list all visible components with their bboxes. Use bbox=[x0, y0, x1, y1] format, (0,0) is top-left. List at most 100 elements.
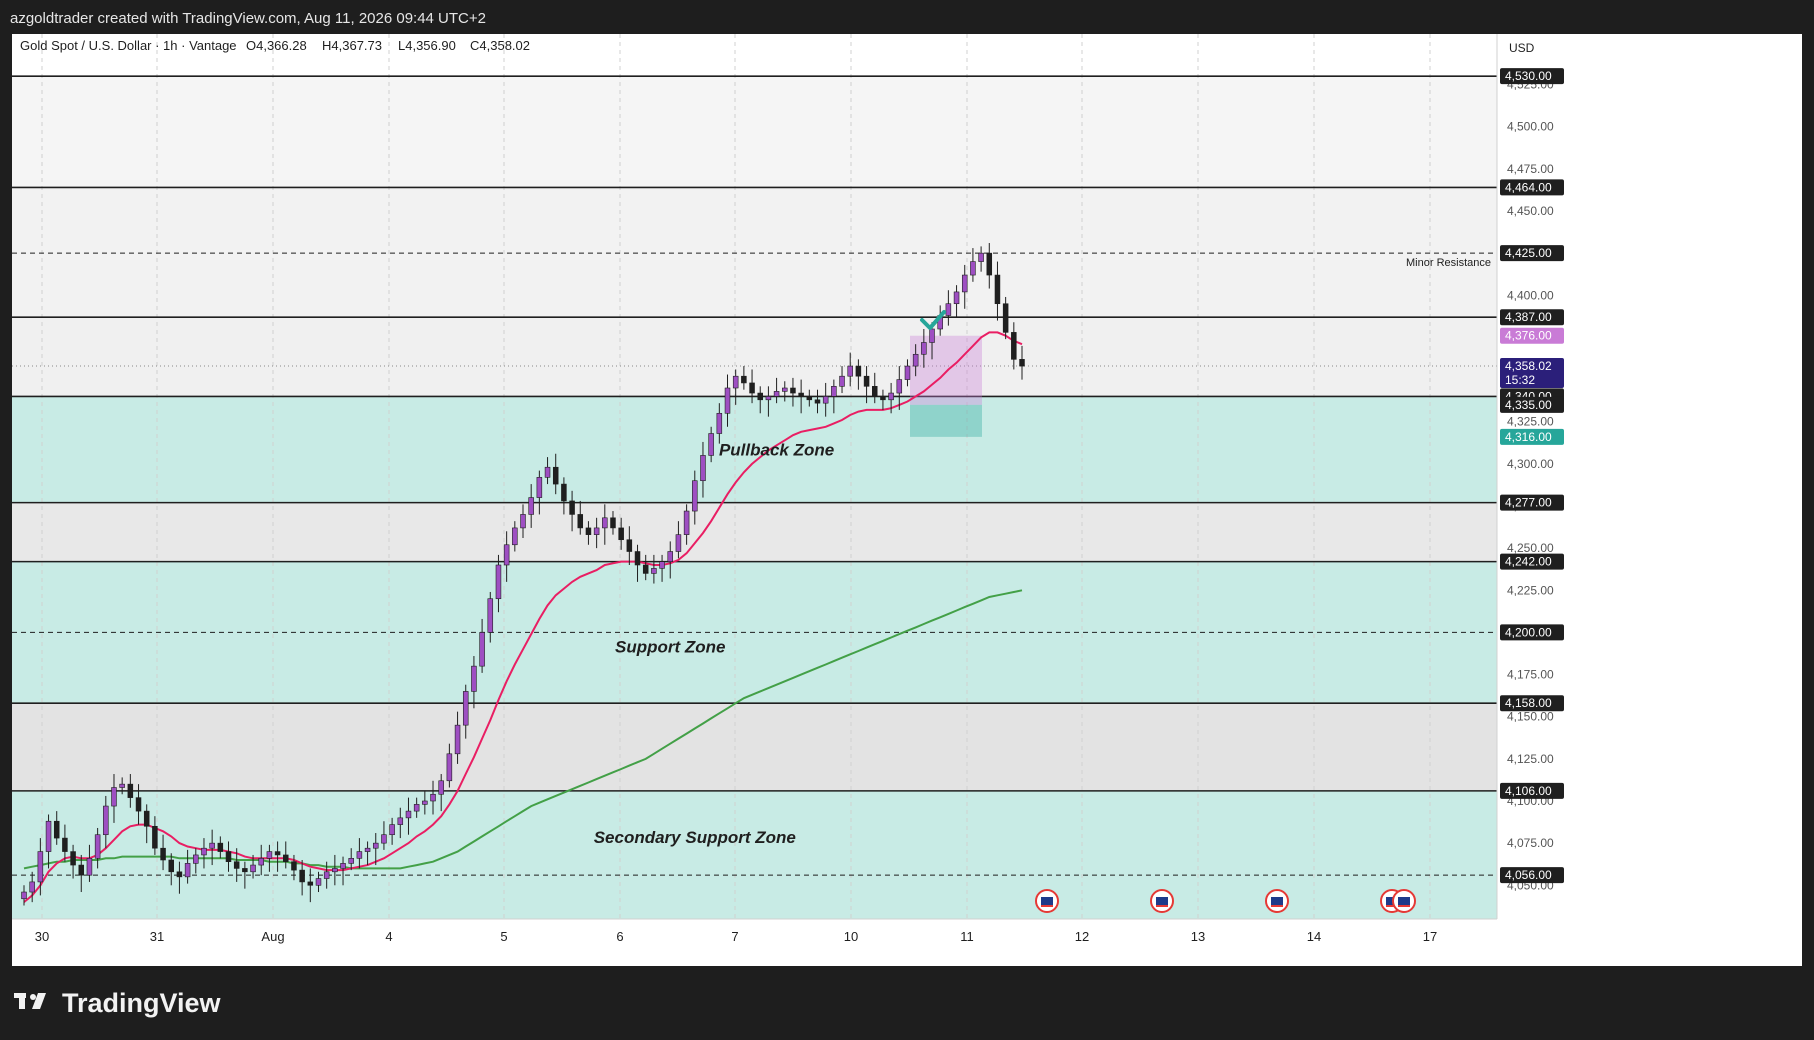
candle-body bbox=[790, 387, 796, 394]
ohlc-high: H4,367.73 bbox=[322, 38, 382, 53]
candle-body bbox=[299, 869, 305, 883]
price-tag-text: 4,358.02 bbox=[1505, 359, 1552, 373]
level-tag-text: 4,242.00 bbox=[1505, 555, 1552, 569]
y-tick-label: 4,450.00 bbox=[1507, 204, 1554, 218]
candle-body bbox=[389, 824, 395, 836]
candle-body bbox=[160, 847, 166, 861]
candle-body bbox=[438, 780, 444, 795]
stop-box bbox=[910, 404, 982, 437]
candle-body bbox=[798, 392, 804, 397]
y-tick-label: 4,125.00 bbox=[1507, 752, 1554, 766]
level-tag-text: 4,158.00 bbox=[1505, 696, 1552, 710]
candle-body bbox=[986, 252, 993, 276]
candle-body bbox=[978, 252, 984, 262]
event-flag-canton bbox=[1271, 897, 1283, 905]
candle-body bbox=[577, 514, 584, 529]
candle-body bbox=[503, 544, 510, 566]
candle-body bbox=[880, 396, 886, 401]
candle-body bbox=[520, 514, 526, 529]
candle-body bbox=[168, 859, 175, 873]
x-tick-label: 4 bbox=[385, 929, 392, 944]
candle-body bbox=[184, 863, 191, 878]
tradingview-brand: TradingView bbox=[14, 988, 221, 1019]
x-tick-label: Aug bbox=[261, 929, 284, 944]
chart-header: azgoldtrader created with TradingView.co… bbox=[10, 10, 486, 27]
candle-body bbox=[29, 881, 35, 893]
candle-body bbox=[708, 433, 714, 456]
candle-body bbox=[732, 375, 739, 389]
zone-band bbox=[12, 502, 1497, 562]
x-tick-label: 6 bbox=[616, 929, 623, 944]
candle-body bbox=[536, 477, 543, 498]
x-tick-label: 5 bbox=[500, 929, 507, 944]
y-tick-label: 4,075.00 bbox=[1507, 836, 1554, 850]
candle-body bbox=[323, 871, 330, 879]
candle-body bbox=[233, 861, 240, 869]
candle-body bbox=[724, 387, 731, 414]
ohlc-open: O4,366.28 bbox=[246, 38, 307, 53]
candle-body bbox=[961, 274, 968, 293]
chart-title: Gold Spot / U.S. Dollar · 1h · Vantage bbox=[20, 38, 237, 53]
candle-body bbox=[773, 391, 780, 397]
candle-body bbox=[143, 810, 150, 827]
candle-body bbox=[152, 825, 158, 849]
level-tag-text: 4,200.00 bbox=[1505, 625, 1552, 639]
candle-body bbox=[929, 328, 935, 343]
profit-box bbox=[910, 335, 982, 405]
candle-body bbox=[62, 837, 68, 852]
zone-band bbox=[12, 703, 1497, 791]
countdown-text: 15:32 bbox=[1505, 373, 1535, 387]
candle-body bbox=[291, 861, 297, 871]
candle-body bbox=[356, 851, 363, 859]
currency-label: USD bbox=[1509, 41, 1535, 55]
x-tick-label: 7 bbox=[731, 929, 738, 944]
candle-body bbox=[462, 691, 469, 726]
tradingview-logo-icon bbox=[14, 988, 54, 1019]
y-tick-label: 4,475.00 bbox=[1507, 162, 1554, 176]
candle-body bbox=[274, 851, 281, 856]
candle-body bbox=[749, 382, 755, 394]
candle-body bbox=[700, 455, 706, 482]
candle-body bbox=[904, 365, 911, 380]
x-tick-label: 11 bbox=[960, 929, 974, 944]
candle-body bbox=[602, 517, 608, 529]
x-tick-label: 31 bbox=[150, 929, 164, 944]
candle-body bbox=[806, 396, 813, 401]
candle-body bbox=[757, 392, 763, 401]
price-tag-text: 4,335.00 bbox=[1505, 398, 1552, 412]
candle-body bbox=[209, 842, 215, 849]
candle-body bbox=[103, 805, 109, 836]
candle-body bbox=[1002, 303, 1009, 333]
candle-body bbox=[258, 858, 264, 866]
candle-body bbox=[994, 274, 1001, 305]
candle-body bbox=[847, 365, 853, 377]
candlestick-chart[interactable]: Pullback Zone Support Zone Secondary Suppo… bbox=[12, 34, 1802, 966]
candle-body bbox=[348, 858, 354, 864]
candle-body bbox=[569, 500, 575, 515]
candle-body bbox=[561, 483, 567, 502]
candle-body bbox=[397, 817, 404, 825]
y-tick-label: 4,500.00 bbox=[1507, 120, 1554, 134]
candle-body bbox=[626, 539, 633, 552]
candle-body bbox=[176, 871, 183, 878]
price-tag-text: 4,376.00 bbox=[1505, 329, 1552, 343]
candle-body bbox=[610, 517, 616, 529]
candle-body bbox=[634, 551, 641, 566]
candle-body bbox=[332, 868, 338, 873]
candle-body bbox=[839, 375, 845, 387]
candle-body bbox=[896, 379, 903, 394]
candle-body bbox=[446, 753, 453, 782]
candle-body bbox=[921, 342, 927, 355]
candle-body bbox=[831, 386, 837, 397]
event-flag-canton bbox=[1398, 897, 1410, 905]
candle-body bbox=[692, 480, 698, 512]
x-tick-label: 17 bbox=[1423, 929, 1437, 944]
candle-body bbox=[487, 598, 494, 633]
candle-body bbox=[544, 466, 551, 478]
candle-body bbox=[307, 881, 314, 886]
tradingview-wordmark: TradingView bbox=[62, 988, 221, 1018]
candle-body bbox=[127, 783, 134, 798]
y-tick-label: 4,325.00 bbox=[1507, 415, 1554, 429]
candle-body bbox=[716, 412, 723, 434]
candle-body bbox=[642, 564, 649, 574]
